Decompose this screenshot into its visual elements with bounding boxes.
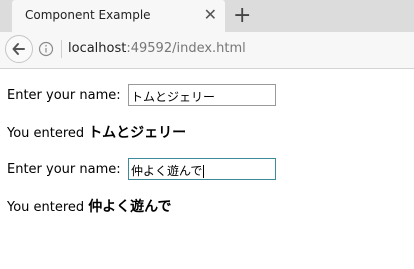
- tab-title: Component Example: [25, 8, 151, 22]
- tab-component-example[interactable]: Component Example ✕: [12, 0, 225, 32]
- name-input-2[interactable]: 仲よく遊んで: [128, 158, 276, 180]
- text-caret: [203, 165, 205, 178]
- navigation-bar: localhost:49592/index.html: [0, 32, 414, 69]
- name-input-1[interactable]: トムとジェリー: [128, 84, 276, 106]
- name-label-2: Enter your name:: [7, 162, 121, 177]
- back-arrow-icon: [12, 43, 25, 55]
- name-input-2-value: 仲よく遊んで: [131, 164, 203, 178]
- echo-value-2: 仲よく遊んで: [88, 199, 172, 215]
- echo-line-1: You entered トムとジェリー: [7, 122, 186, 142]
- url-path: :49592/index.html: [126, 41, 246, 56]
- url-host: localhost: [68, 41, 127, 56]
- name-label-1: Enter your name:: [7, 88, 121, 103]
- back-button[interactable]: [5, 35, 33, 63]
- info-icon[interactable]: [38, 41, 54, 57]
- tab-strip: Component Example ✕ +: [0, 0, 414, 32]
- url-bar[interactable]: localhost:49592/index.html: [68, 41, 246, 56]
- name-input-1-value: トムとジェリー: [131, 90, 216, 104]
- new-tab-button[interactable]: +: [233, 2, 251, 30]
- echo-value-1: トムとジェリー: [88, 125, 187, 141]
- echo-prefix-1: You entered: [7, 126, 85, 141]
- url-divider: [61, 40, 62, 58]
- echo-line-2: You entered 仲よく遊んで: [7, 196, 172, 216]
- echo-prefix-2: You entered: [7, 200, 85, 215]
- page-content: Enter your name: トムとジェリー You entered トムとジ…: [0, 69, 414, 269]
- close-icon[interactable]: ✕: [204, 4, 217, 26]
